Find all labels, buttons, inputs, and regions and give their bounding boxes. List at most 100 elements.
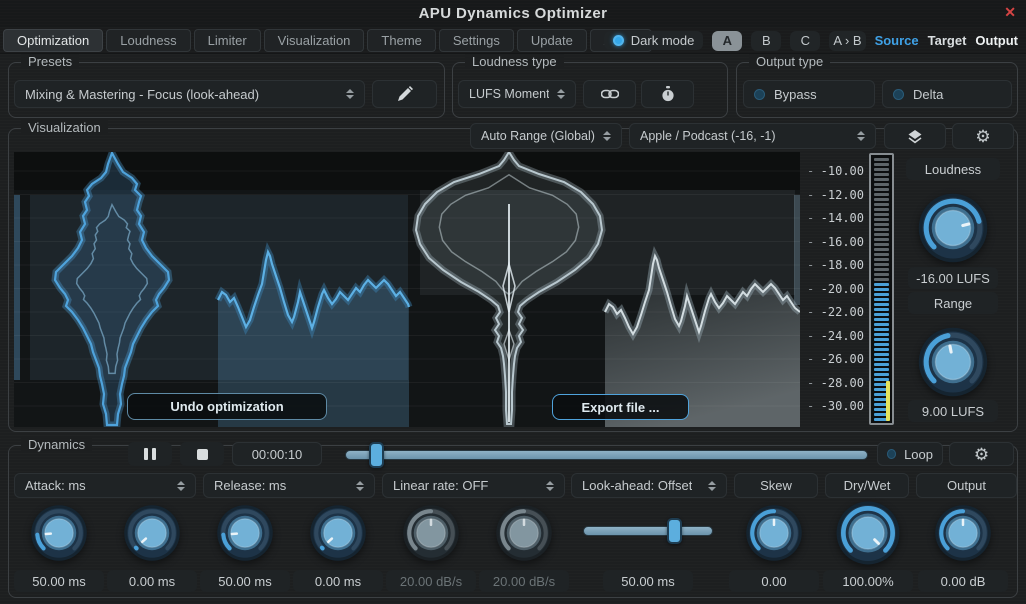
db-scale-label: --16.00 [800,234,866,250]
loudness-knob[interactable] [916,191,990,265]
layers-button[interactable] [884,123,946,149]
export-file-label: Export file ... [581,400,659,415]
preset-slot-b[interactable]: B [751,31,781,51]
undo-optimization-label: Undo optimization [170,399,283,414]
time-display: 00:00:10 [232,442,322,466]
dynamics-legend: Dynamics [21,437,92,452]
export-file-button[interactable]: Export file ... [552,394,689,420]
attack-value: 50.00 ms [14,570,104,592]
tab-loudness[interactable]: Loudness [106,29,190,52]
db-scale: --10.00--12.00--14.00--16.00--18.00--20.… [800,152,866,427]
stop-button[interactable] [180,442,224,466]
db-scale-label: --28.00 [800,375,866,391]
pause-button[interactable] [128,442,172,466]
loudness-type-value: LUFS Momentary [469,87,549,101]
loudness-type-select[interactable]: LUFS Momentary [458,80,576,108]
linear-rate-select[interactable]: Linear rate: OFF [382,473,565,498]
auto-range-select[interactable]: Auto Range (Global) [470,123,622,149]
range-knob[interactable] [916,325,990,399]
linear-rate-value: Linear rate: OFF [393,478,488,493]
tab-optimization[interactable]: Optimization [3,29,103,52]
attack-offset-knob[interactable] [122,503,182,563]
loudness-type-legend: Loudness type [465,54,564,69]
output-type-legend: Output type [749,54,830,69]
release-knob[interactable] [215,503,275,563]
dark-mode-indicator-icon [613,35,624,46]
plugin-window: APU Dynamics Optimizer ✕ OptimizationLou… [0,0,1026,604]
pause-icon-bar [152,448,156,460]
target-preset-select[interactable]: Apple / Podcast (-16, -1) [629,123,876,149]
release-offset-knob[interactable] [308,503,368,563]
lookahead-mode-select[interactable]: Look-ahead: Offset [571,473,727,498]
tab-limiter[interactable]: Limiter [194,29,261,52]
output-gain-value: 0.00 dB [918,570,1008,592]
spinner-icon [338,89,354,99]
view-source-button[interactable]: Source [875,33,919,48]
copy-a-to-b-button[interactable]: A › B [829,31,865,51]
release-mode-select[interactable]: Release: ms [203,473,375,498]
pause-icon [144,448,148,460]
visualization-legend: Visualization [21,120,108,135]
db-scale-label: --14.00 [800,210,866,226]
undo-optimization-button[interactable]: Undo optimization [127,393,327,420]
transport-slider-handle[interactable] [369,442,384,468]
view-target-button[interactable]: Target [928,33,967,48]
delta-toggle[interactable]: Delta [882,80,1012,108]
preset-select-value: Mixing & Mastering - Focus (look-ahead) [25,87,259,102]
tabbar: OptimizationLoudnessLimiterVisualization… [0,27,1026,54]
tab-theme[interactable]: Theme [367,29,435,52]
lookahead-value: 50.00 ms [603,570,693,592]
close-icon[interactable]: ✕ [1004,4,1016,21]
attack-mode-select[interactable]: Attack: ms [14,473,196,498]
preset-slot-c[interactable]: C [790,31,820,51]
link-icon [601,88,619,100]
tab-visualization[interactable]: Visualization [264,29,365,52]
spinner-icon [169,481,185,491]
skew-button[interactable]: Skew [734,473,818,498]
transport-slider[interactable] [345,450,868,460]
loop-label: Loop [904,447,933,462]
dry-wet-value: 100.00% [823,570,913,592]
target-preset-value: Apple / Podcast (-16, -1) [640,129,775,143]
layers-icon [907,129,923,144]
spinner-icon [595,131,611,141]
attack-knob[interactable] [29,503,89,563]
spinner-icon [538,481,554,491]
link-channels-button[interactable] [583,80,636,108]
loop-toggle[interactable]: Loop [877,442,943,466]
view-output-button[interactable]: Output [975,33,1018,48]
loop-indicator-icon [887,449,896,459]
linear-attack-rate-knob[interactable] [401,503,461,563]
output-button[interactable]: Output [916,473,1017,498]
lookahead-slider[interactable] [583,526,713,536]
tab-settings[interactable]: Settings [439,29,514,52]
time-value: 00:00:10 [252,447,303,462]
linear-attack-rate-value: 20.00 dB/s [386,570,476,592]
bypass-toggle[interactable]: Bypass [743,80,875,108]
db-scale-label: --30.00 [800,398,866,414]
gate-timer-button[interactable] [641,80,694,108]
dark-mode-toggle[interactable]: Dark mode [604,31,704,50]
window-title: APU Dynamics Optimizer [419,5,608,22]
gear-icon: ⚙ [975,128,990,145]
edit-preset-button[interactable] [372,80,437,108]
bypass-label: Bypass [774,87,817,102]
loudness-knob-label: Loudness [906,158,1000,180]
output-gain-knob[interactable] [933,503,993,563]
viz-settings-button[interactable]: ⚙ [952,123,1014,149]
preset-select[interactable]: Mixing & Mastering - Focus (look-ahead) [14,80,365,108]
preset-slot-a[interactable]: A [712,31,742,51]
skew-knob[interactable] [744,503,804,563]
topbar-right: Dark mode A B C A › B Source Target Outp… [604,27,1018,54]
release-offset-value: 0.00 ms [293,570,383,592]
tab-update[interactable]: Update [517,29,587,52]
db-scale-label: --18.00 [800,257,866,273]
range-knob-value: 9.00 LUFS [908,400,998,422]
skew-label: Skew [760,478,792,493]
dry-wet-knob[interactable] [834,499,902,567]
db-scale-label: --24.00 [800,328,866,344]
dynamics-settings-button[interactable]: ⚙ [949,442,1014,466]
dry-wet-button[interactable]: Dry/Wet [825,473,909,498]
linear-release-rate-knob[interactable] [494,503,554,563]
lookahead-slider-handle[interactable] [667,518,682,544]
